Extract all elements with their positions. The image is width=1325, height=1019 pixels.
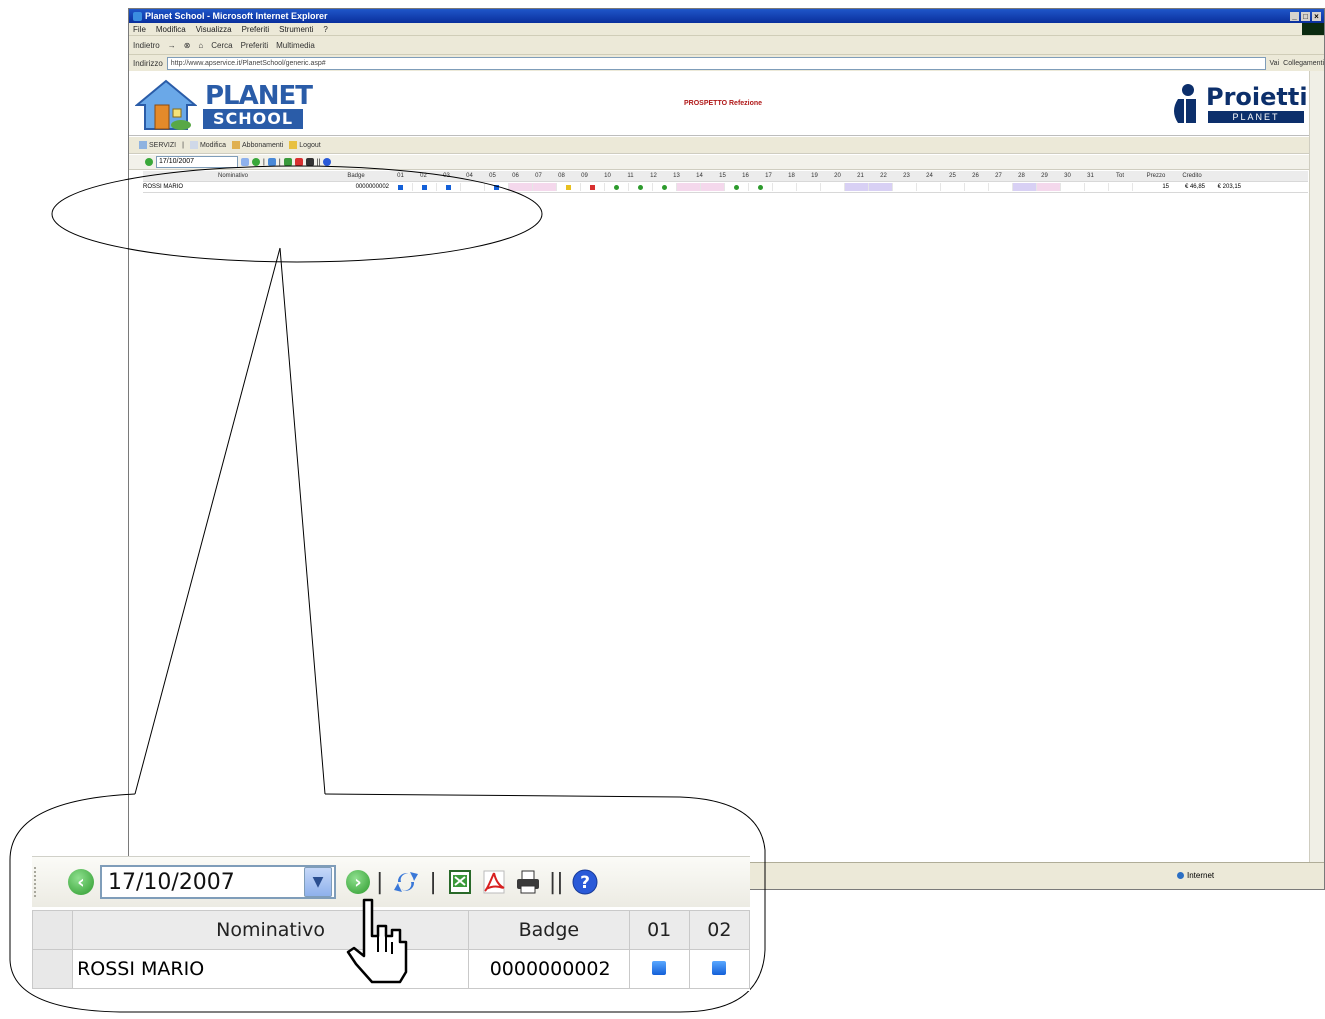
toolbar-separator: | xyxy=(376,869,384,895)
meal-marker-icon xyxy=(712,961,727,975)
svg-text:?: ? xyxy=(580,873,590,893)
toolbar-separator: || xyxy=(548,869,564,895)
help-icon[interactable]: ? xyxy=(570,867,600,897)
date-field[interactable]: 17/10/2007 ▼ xyxy=(100,865,336,899)
toolbar-grip[interactable] xyxy=(34,867,40,897)
callout-line-right xyxy=(279,247,326,795)
column-header-badge[interactable]: Badge xyxy=(468,910,630,950)
cell-badge[interactable]: 0000000002 xyxy=(468,949,630,989)
cell-day-02[interactable] xyxy=(688,949,751,989)
column-header-day-02[interactable]: 02 xyxy=(688,910,751,950)
toolbar-separator: | xyxy=(429,869,437,895)
excel-export-icon[interactable] xyxy=(445,867,475,897)
previous-date-icon[interactable]: ‹ xyxy=(68,869,94,895)
pdf-export-icon[interactable] xyxy=(479,867,509,897)
callout-ellipse xyxy=(51,165,543,263)
meal-marker-icon xyxy=(652,961,667,975)
callout-line-left xyxy=(134,247,281,795)
cell-day-01[interactable] xyxy=(628,949,690,989)
print-icon[interactable] xyxy=(513,867,543,897)
zoomed-detail: ‹ 17/10/2007 ▼ › | | || ? Nominativo Bad… xyxy=(31,856,751,991)
row-selector-header xyxy=(31,910,74,950)
hand-cursor-icon xyxy=(346,898,408,984)
next-date-icon[interactable]: › xyxy=(346,870,370,894)
date-value[interactable]: 17/10/2007 xyxy=(102,870,304,895)
chevron-down-icon[interactable]: ▼ xyxy=(304,867,332,897)
row-selector[interactable] xyxy=(31,949,74,989)
refresh-icon[interactable] xyxy=(391,867,421,897)
column-header-day-01[interactable]: 01 xyxy=(628,910,690,950)
